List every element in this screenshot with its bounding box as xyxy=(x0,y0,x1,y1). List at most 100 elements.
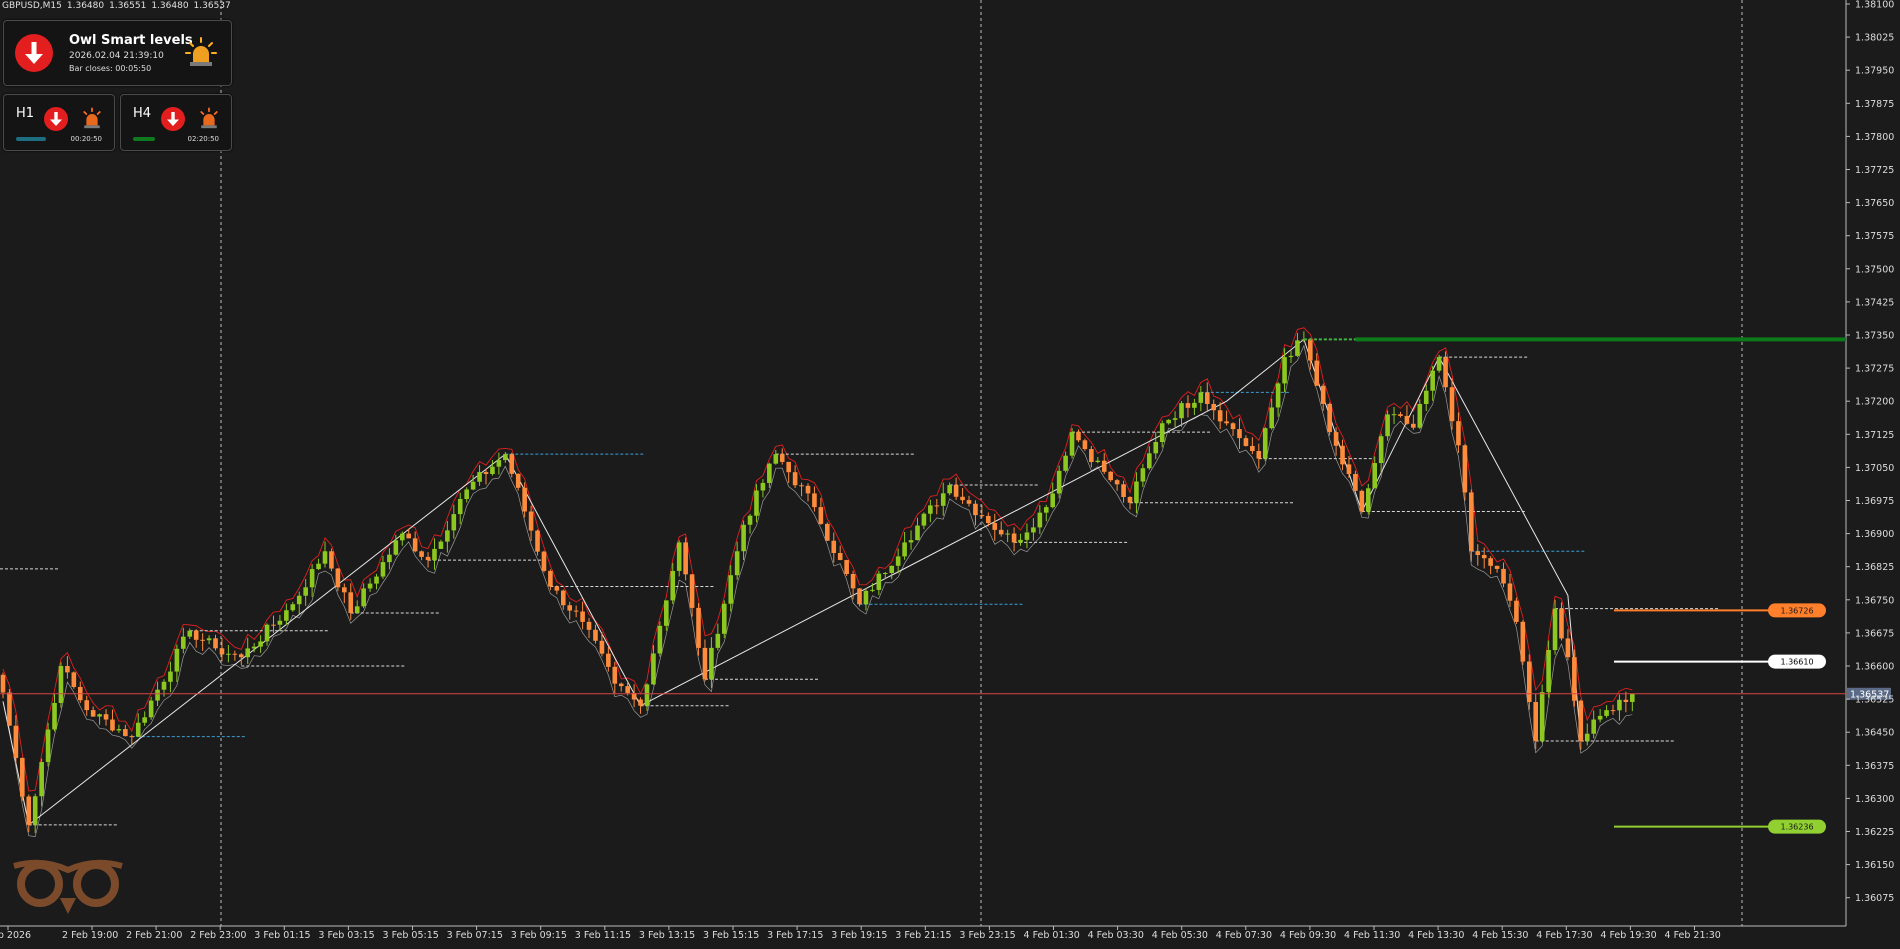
y-tick-label: 1.36750 xyxy=(1855,595,1894,606)
candle-body xyxy=(181,636,186,649)
candle-body xyxy=(496,460,502,467)
arrow-down-icon xyxy=(44,107,68,131)
candle-body xyxy=(97,714,102,717)
candle-body xyxy=(1159,423,1165,443)
candle-body xyxy=(0,674,6,693)
y-tick-label: 1.36900 xyxy=(1855,529,1894,540)
tf-time: 02:20:50 xyxy=(187,135,219,143)
x-tick-label: 3 Feb 23:15 xyxy=(959,930,1015,941)
candle-body xyxy=(238,654,244,658)
candle-body xyxy=(1147,453,1152,469)
y-tick-label: 1.38100 xyxy=(1855,0,1894,11)
candle-body xyxy=(1539,692,1545,742)
candle-body xyxy=(65,666,70,673)
candle-body xyxy=(1185,403,1191,408)
candle-body xyxy=(1456,421,1461,446)
candle-body xyxy=(1282,357,1287,384)
candle-body xyxy=(876,573,882,590)
zigzag-lines xyxy=(2,338,1582,826)
candle-body xyxy=(1011,533,1017,543)
candle-body xyxy=(1204,392,1210,404)
candle-body xyxy=(1063,455,1068,471)
x-tick-label: 3 Feb 21:15 xyxy=(895,930,951,941)
smart-level-label: 1.36236 xyxy=(1780,823,1813,832)
tf-card-h4[interactable]: H4 02:20:50 xyxy=(120,94,232,151)
candle-body xyxy=(1475,551,1481,555)
x-tick-label: 4 Feb 07:30 xyxy=(1216,930,1272,941)
candle-body xyxy=(39,762,44,797)
candle-body xyxy=(116,729,122,731)
candle-body xyxy=(1430,370,1435,391)
candle-body xyxy=(1411,423,1416,428)
candle-body xyxy=(1076,432,1081,441)
candle-body xyxy=(284,610,289,621)
candle-body xyxy=(973,503,978,516)
candle-body xyxy=(825,523,830,541)
candle-body xyxy=(1256,451,1262,459)
candle-body xyxy=(1114,480,1120,485)
candle-body xyxy=(1404,415,1410,424)
candle-body xyxy=(464,489,469,499)
candle-body xyxy=(902,542,907,557)
candle-body xyxy=(90,710,96,717)
candle-body xyxy=(1630,693,1635,702)
siren-icon[interactable] xyxy=(80,107,104,131)
candle-body xyxy=(503,454,508,461)
candle-body xyxy=(419,551,424,557)
tf-progress-bar xyxy=(16,137,46,141)
bar-closes-label: Bar closes: 00:05:50 xyxy=(69,64,152,73)
tf-progress-bar xyxy=(133,137,155,141)
candle-body xyxy=(1346,464,1352,474)
price-chart[interactable]: 1.365371.367261.366101.36236 1.381001.38… xyxy=(0,0,1900,949)
candle-body xyxy=(1108,471,1113,481)
candle-body xyxy=(1308,339,1313,361)
candle-body xyxy=(1243,438,1249,446)
candle-body xyxy=(786,461,791,473)
candle-body xyxy=(1372,463,1378,489)
candle-body xyxy=(522,487,527,512)
y-tick-label: 1.37950 xyxy=(1855,66,1894,77)
candle-body xyxy=(348,592,354,614)
tf-card-h1[interactable]: H1 00:20:50 xyxy=(3,94,115,151)
candle-body xyxy=(1565,638,1571,658)
siren-icon[interactable] xyxy=(197,107,221,131)
candle-body xyxy=(1469,492,1474,552)
candle-body xyxy=(1082,440,1088,450)
y-tick-label: 1.37050 xyxy=(1855,463,1894,474)
candle-body xyxy=(1623,699,1629,702)
candle-body xyxy=(683,542,688,575)
candle-body xyxy=(200,639,205,641)
high-value: 1.36551 xyxy=(109,1,147,11)
y-tick-label: 1.36300 xyxy=(1855,794,1894,805)
candle-body xyxy=(799,485,804,487)
candle-body xyxy=(1031,527,1036,533)
candle-body xyxy=(1449,387,1455,422)
x-tick-label: 3 Feb 05:15 xyxy=(383,930,439,941)
x-tick-label: 4 Feb 15:30 xyxy=(1472,930,1528,941)
candle-body xyxy=(161,681,167,690)
candle-body xyxy=(1295,340,1300,356)
candle-body xyxy=(380,562,386,577)
time-axis: 2 Feb 2026 2 Feb 19:00 2 Feb 21:00 2 Feb 23… xyxy=(0,926,1721,941)
candle-body xyxy=(709,647,714,680)
candle-body xyxy=(870,589,875,591)
candle-body xyxy=(1398,414,1403,416)
candle-body xyxy=(1166,419,1171,424)
panel-datetime: 2026.02.04 21:39:10 xyxy=(69,51,164,61)
owl-levels-panel[interactable]: Owl Smart levels 2026.02.04 21:39:10 Bar… xyxy=(3,20,232,86)
candle-body xyxy=(103,714,109,720)
tf-label: H4 xyxy=(133,106,152,121)
siren-icon[interactable] xyxy=(184,36,218,70)
candle-body xyxy=(560,590,566,606)
x-tick-label: 4 Feb 05:30 xyxy=(1152,930,1208,941)
candle-body xyxy=(1436,357,1442,371)
candle-body xyxy=(509,454,515,474)
candle-body xyxy=(219,648,225,655)
candle-body xyxy=(818,507,824,524)
candle-body xyxy=(354,606,360,614)
candle-body xyxy=(232,653,238,655)
candle-body xyxy=(1526,661,1532,702)
candle-body xyxy=(1546,650,1551,693)
y-tick-label: 1.37650 xyxy=(1855,198,1894,209)
candle-body xyxy=(1250,445,1255,452)
